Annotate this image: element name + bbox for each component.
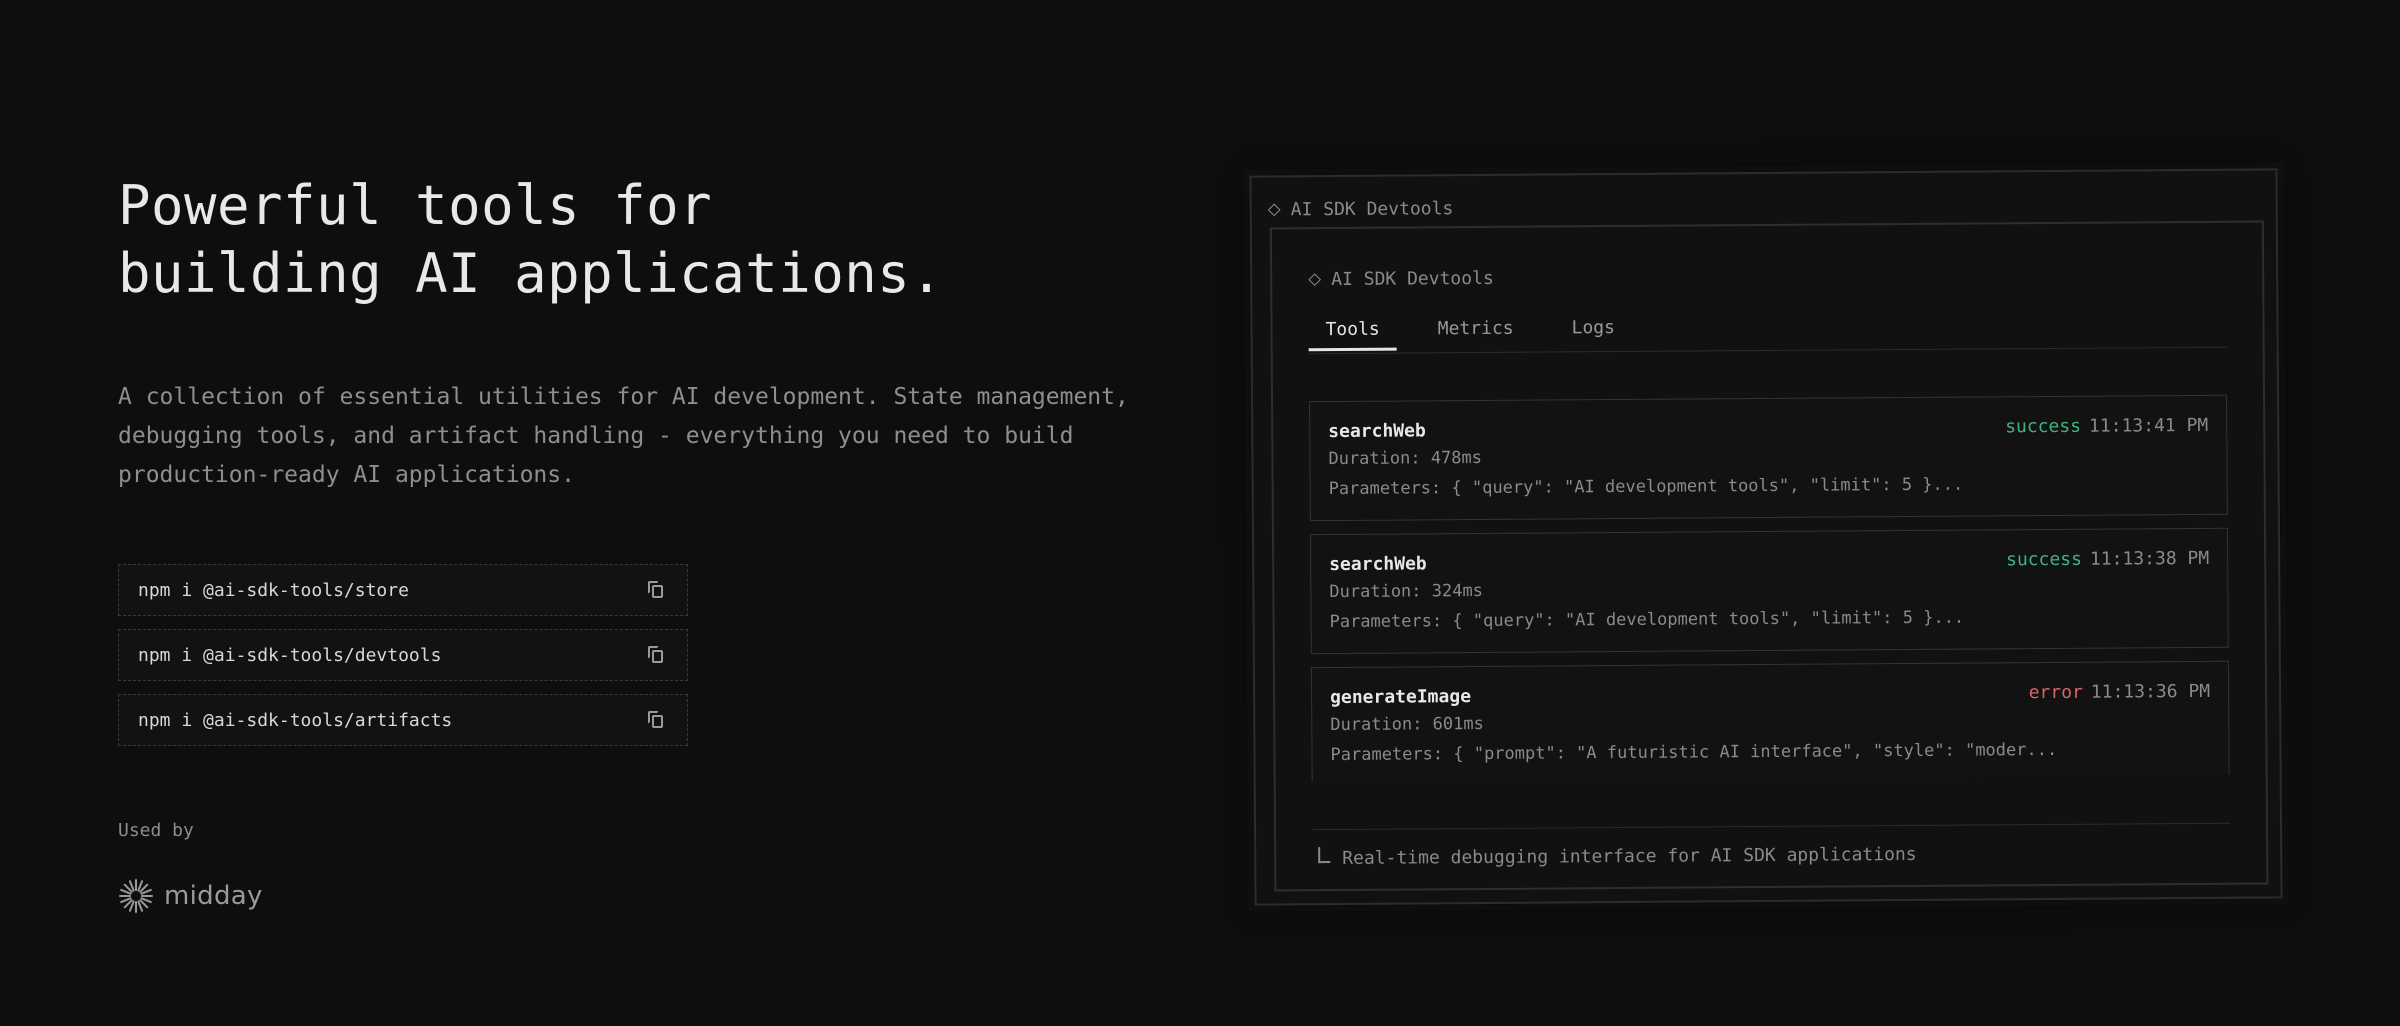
parameters: Parameters: { "query": "AI development t…: [1328, 474, 1964, 500]
panel-title-text: AI SDK Devtools: [1331, 267, 1494, 291]
install-command-store[interactable]: npm i @ai-sdk-tools/store: [118, 564, 688, 616]
hero-line-1: Powerful tools for: [118, 174, 713, 237]
devtools-panel: AI SDK Devtools Tools Metrics Logs searc…: [1269, 220, 2269, 892]
diamond-icon: [1267, 203, 1281, 217]
tab-metrics[interactable]: Metrics: [1421, 316, 1531, 351]
window-title: AI SDK Devtools: [1267, 198, 1454, 221]
status-text: error: [2028, 681, 2083, 703]
window-title-text: AI SDK Devtools: [1290, 198, 1454, 221]
tool-name: generateImage: [1330, 685, 1472, 708]
midday-logo[interactable]: midday: [118, 878, 263, 914]
corner-icon: [1318, 847, 1331, 864]
tab-logs[interactable]: Logs: [1554, 315, 1632, 350]
panel-title: AI SDK Devtools: [1308, 268, 1494, 290]
status-text: success: [2005, 415, 2082, 437]
diamond-icon: [1308, 273, 1322, 287]
tool-name: searchWeb: [1329, 552, 1427, 575]
install-command-artifacts[interactable]: npm i @ai-sdk-tools/artifacts: [118, 694, 688, 746]
timestamp: 11:13:36 PM: [2090, 680, 2211, 703]
parameters: Parameters: { "prompt": "A futuristic AI…: [1330, 739, 2058, 766]
tool-name: searchWeb: [1328, 419, 1426, 442]
install-command-text: npm i @ai-sdk-tools/store: [138, 579, 409, 601]
install-command-devtools[interactable]: npm i @ai-sdk-tools/devtools: [118, 629, 688, 681]
footer-note: Real-time debugging interface for AI SDK…: [1318, 843, 1917, 869]
sunburst-logo-icon: [119, 879, 153, 913]
timestamp: 11:13:41 PM: [2088, 414, 2209, 437]
install-command-text: npm i @ai-sdk-tools/artifacts: [138, 709, 453, 731]
tab-bar: Tools Metrics Logs: [1308, 310, 2227, 355]
status-badge: success 11:13:41 PM: [2005, 414, 2208, 436]
tool-call-card[interactable]: searchWeb success 11:13:38 PM Duration: 3…: [1309, 527, 2229, 655]
footer-divider: [1312, 822, 2231, 831]
hero-description: A collection of essential utilities for …: [118, 384, 1129, 488]
devtools-window: AI SDK Devtools AI SDK Devtools Tools Me…: [1249, 168, 2283, 906]
footer-note-text: Real-time debugging interface for AI SDK…: [1342, 843, 1917, 869]
parameters: Parameters: { "query": "AI development t…: [1329, 607, 1965, 633]
tool-call-card[interactable]: generateImage error 11:13:36 PM Duration:…: [1310, 660, 2230, 782]
copy-icon[interactable]: [645, 579, 667, 601]
hero-title: Powerful tools for building AI applicati…: [118, 172, 943, 308]
timestamp: 11:13:38 PM: [2089, 547, 2210, 570]
tab-tools[interactable]: Tools: [1308, 316, 1397, 352]
copy-icon[interactable]: [645, 644, 667, 666]
install-commands: npm i @ai-sdk-tools/store npm i @ai-sdk-…: [118, 564, 688, 759]
status-badge: success 11:13:38 PM: [2006, 547, 2209, 569]
copy-icon[interactable]: [645, 709, 667, 731]
status-text: success: [2006, 548, 2083, 570]
install-command-text: npm i @ai-sdk-tools/devtools: [138, 644, 442, 666]
used-by-label: Used by: [118, 820, 194, 841]
hero-line-2: building AI applications.: [118, 242, 944, 305]
brand-name: midday: [164, 881, 263, 911]
tool-call-card[interactable]: searchWeb success 11:13:41 PM Duration: 4…: [1309, 394, 2228, 522]
status-badge: error 11:13:36 PM: [2029, 680, 2211, 702]
